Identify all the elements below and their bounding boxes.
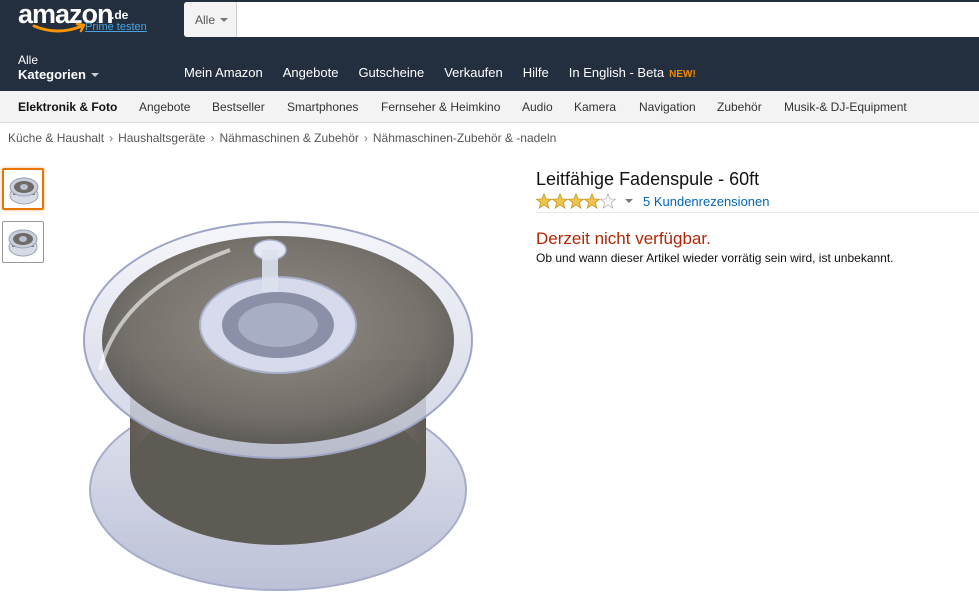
product-thumbnail-1[interactable] <box>2 168 44 210</box>
category-subnav: Elektronik & Foto Angebote Bestseller Sm… <box>0 91 979 123</box>
spool-thumbnail-image <box>9 177 39 205</box>
smile-arrow-icon <box>32 23 86 33</box>
nav-link-verkaufen[interactable]: Verkaufen <box>444 65 503 80</box>
english-beta-label: In English - Beta <box>568 65 665 80</box>
header-nav: Mein Amazon Angebote Gutscheine Verkaufe… <box>184 65 716 80</box>
subnav-item-zubehoer[interactable]: Zubehör <box>717 100 762 114</box>
product-thumbnail-2[interactable] <box>2 221 44 263</box>
breadcrumb-item[interactable]: Nähmaschinen-Zubehör & -nadeln <box>373 131 556 145</box>
star-icon <box>551 193 569 209</box>
star-icon <box>583 193 601 209</box>
new-badge: NEW! <box>669 69 696 80</box>
spool-thumbnail-image <box>8 229 38 257</box>
subnav-item-smartphones[interactable]: Smartphones <box>287 100 358 114</box>
star-icon <box>536 193 553 209</box>
rating-row: 5 Kundenrezensionen <box>536 193 979 213</box>
subnav-item-fernseher-heimkino[interactable]: Fernseher & Heimkino <box>381 100 500 114</box>
subnav-item-angebote[interactable]: Angebote <box>139 100 190 114</box>
breadcrumb-item[interactable]: Haushaltsgeräte <box>118 131 205 145</box>
search-bar: Alle <box>184 2 979 37</box>
prime-trial-link[interactable]: Prime testen <box>85 21 147 33</box>
product-title: Leitfähige Fadenspule - 60ft <box>536 169 760 189</box>
subnav-item-kamera[interactable]: Kamera <box>574 100 616 114</box>
nav-link-english-beta[interactable]: In English - Beta NEW! <box>569 65 696 80</box>
breadcrumb: Küche & Haushalt › Haushaltsgeräte › Nähmasc… <box>8 131 556 145</box>
search-department-label: Alle <box>195 13 216 27</box>
product-main-image[interactable] <box>80 200 490 600</box>
breadcrumb-item[interactable]: Nähmaschinen & Zubehör <box>219 131 358 145</box>
search-input[interactable] <box>238 2 979 37</box>
categories-menu-label: Kategorien <box>18 67 86 82</box>
breadcrumb-separator: › <box>109 131 114 145</box>
nav-link-gutscheine[interactable]: Gutscheine <box>358 65 424 80</box>
breadcrumb-separator: › <box>210 131 215 145</box>
star-icon <box>567 193 585 209</box>
customer-reviews-link[interactable]: 5 Kundenrezensionen <box>643 194 770 209</box>
nav-link-angebote[interactable]: Angebote <box>283 65 339 80</box>
availability-note: Ob und wann dieser Artikel wieder vorrät… <box>536 251 894 265</box>
chevron-down-icon <box>220 18 229 22</box>
star-empty-icon <box>599 193 617 209</box>
subnav-item-bestseller[interactable]: Bestseller <box>212 100 265 114</box>
chevron-down-icon[interactable] <box>625 199 633 203</box>
breadcrumb-item[interactable]: Küche & Haushalt <box>8 131 104 145</box>
subnav-item-navigation[interactable]: Navigation <box>639 100 696 114</box>
star-rating[interactable] <box>536 193 618 209</box>
top-header: amazon .de Prime testen Alle Alle Katego… <box>0 0 979 91</box>
logo-tld: .de <box>111 8 129 22</box>
nav-link-hilfe[interactable]: Hilfe <box>523 65 549 80</box>
categories-menu-small[interactable]: Alle <box>18 53 38 67</box>
availability-status: Derzeit nicht verfügbar. <box>536 229 711 248</box>
categories-menu-button[interactable]: Kategorien <box>18 67 99 82</box>
subnav-item-audio[interactable]: Audio <box>522 100 553 114</box>
nav-link-mein-amazon[interactable]: Mein Amazon <box>184 65 263 80</box>
breadcrumb-separator: › <box>363 131 368 145</box>
search-department-select[interactable]: Alle <box>184 2 237 37</box>
subnav-item-musik-dj[interactable]: Musik-& DJ-Equipment <box>784 100 907 114</box>
chevron-down-icon <box>90 73 99 77</box>
subnav-item-elektronik-foto[interactable]: Elektronik & Foto <box>18 100 117 114</box>
amazon-logo[interactable]: amazon .de Prime testen <box>18 0 168 40</box>
